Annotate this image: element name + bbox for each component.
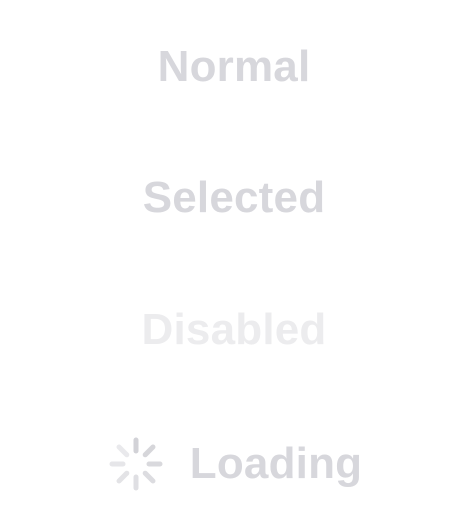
activity-indicator-graphic <box>109 437 163 491</box>
selected-button[interactable]: Selected <box>0 175 468 221</box>
disabled-button: Disabled <box>0 307 468 353</box>
selected-button-label: Selected <box>142 173 326 222</box>
activity-indicator-icon <box>106 434 166 494</box>
loading-button: Loading <box>0 437 468 491</box>
loading-button-label: Loading <box>189 439 363 488</box>
normal-button-label: Normal <box>157 42 311 91</box>
normal-button[interactable]: Normal <box>0 44 468 90</box>
disabled-button-label: Disabled <box>141 305 327 354</box>
